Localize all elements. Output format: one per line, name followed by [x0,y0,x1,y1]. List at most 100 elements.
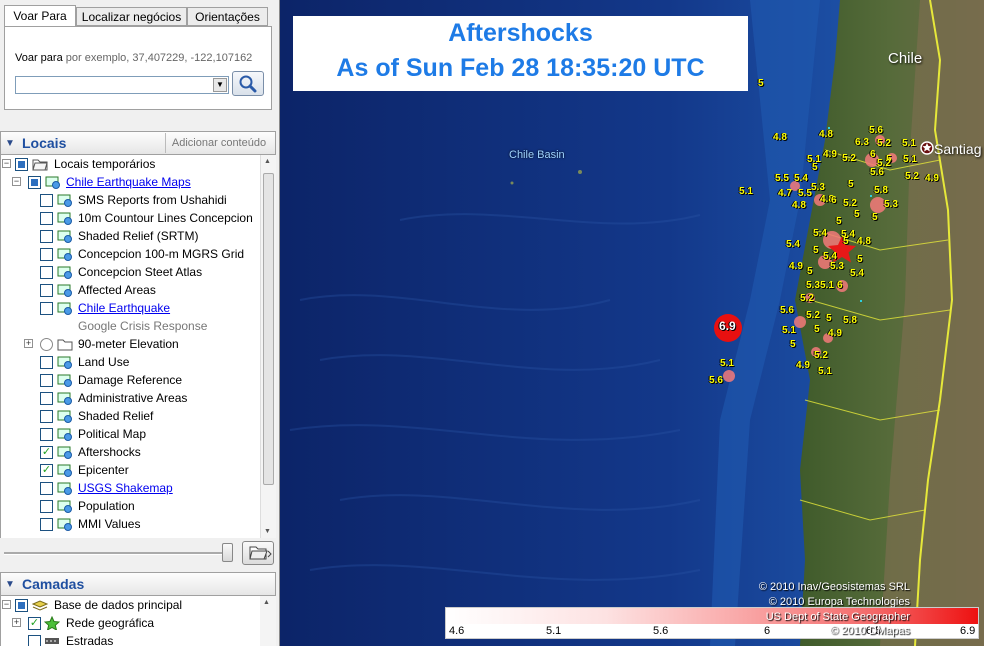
copyright-text: © 2010 DMapas [830,625,910,637]
tab-local-search[interactable]: Localizar negócios [76,7,187,26]
legend-tick: 6 [764,625,771,637]
folder-button[interactable] [242,541,274,565]
tree-label: MMI Values [78,517,141,531]
scroll-down-icon[interactable]: ▼ [264,528,271,535]
magnitude-label: 4.9 [828,328,842,339]
tree-link[interactable]: Chile Earthquake [78,299,170,317]
layers-header[interactable]: ▼ Camadas [0,572,276,596]
collapse-icon[interactable]: − [2,159,11,168]
checkbox[interactable] [40,248,53,261]
network-link-icon [57,284,72,297]
checkbox[interactable] [15,158,28,171]
places-scrollbar[interactable]: ▲ ▼ [260,155,276,538]
dropdown-arrow-icon[interactable]: ▼ [213,78,227,92]
checkbox[interactable] [40,410,53,423]
magnitude-label: 5 [854,209,860,220]
map-terrain [280,0,984,646]
magnitude-label: 5.1 [902,138,916,149]
checkbox[interactable] [28,635,41,646]
magnitude-label: 5.6 [869,125,883,136]
tree-link[interactable]: Chile Earthquake Maps [66,173,191,191]
checkbox-checked[interactable]: ✓ [40,446,53,459]
magnitude-label: 5.8 [843,315,857,326]
checkbox[interactable] [40,230,53,243]
magnitude-label: 5 [836,216,842,227]
checkbox[interactable] [40,266,53,279]
tab-directions[interactable]: Orientações [187,7,268,26]
magnitude-label: 5.1 [903,154,917,165]
magnitude-label: 5.3 [884,199,898,210]
checkbox-checked[interactable]: ✓ [28,617,41,630]
magnitude-label: 5.5 [775,173,789,184]
expand-icon[interactable]: + [24,339,33,348]
checkbox[interactable] [40,500,53,513]
tree-label: Administrative Areas [78,391,188,405]
checkbox[interactable] [40,194,53,207]
magnitude-label: 6 [831,195,837,206]
collapse-icon[interactable]: − [12,177,21,186]
checkbox[interactable] [40,356,53,369]
layers-title: Camadas [22,576,85,592]
magnitude-label: 4.8 [792,200,806,211]
copyright-text: © 2010 Inav/Geosistemas SRL [758,581,910,593]
network-link-icon [57,248,72,261]
magnitude-label: 5 [812,162,818,173]
collapse-icon[interactable]: − [2,600,11,609]
tab-fly-to[interactable]: Voar Para [4,5,76,27]
tree-link[interactable]: USGS Shakemap [78,479,173,497]
opacity-slider-track[interactable] [4,552,232,555]
magnitude-label: 5.6 [709,375,723,386]
legend-tick: 5.6 [653,625,669,637]
opacity-slider-thumb[interactable] [222,543,233,562]
scroll-up-icon[interactable]: ▲ [263,599,270,606]
island [510,181,514,185]
checkbox-checked[interactable]: ✓ [40,464,53,477]
magnitude-label: 4.8 [857,236,871,247]
magnitude-label: 6.3 [855,137,869,148]
checkbox[interactable] [40,302,53,315]
checkbox[interactable] [40,284,53,297]
search-icon [239,75,257,93]
magnitude-label: 5.2 [843,198,857,209]
island [578,170,582,174]
legend-tick: 5.1 [546,625,562,637]
radio-button[interactable] [40,338,53,351]
tree-label: 90-meter Elevation [78,337,179,351]
places-title: Locais [22,135,67,151]
copyright-text: US Dept of State Geographer [765,611,910,623]
expand-icon[interactable]: + [12,618,21,627]
tree-label: Estradas [66,634,114,646]
magnitude-label: 5 [790,339,796,350]
magnitude-label: 5.4 [786,239,800,250]
add-content-button[interactable]: Adicionar conteúdo [165,133,272,153]
tree-label: Shaded Relief [78,409,154,423]
checkbox[interactable] [40,518,53,531]
collapse-triangle-icon[interactable]: ▼ [5,138,15,149]
magnitude-label: 5 [848,179,854,190]
magnitude-label: 5.2 [806,310,820,321]
scrollbar-thumb[interactable] [263,173,274,485]
network-link-icon [57,428,72,441]
network-link-icon [57,482,72,495]
checkbox[interactable] [28,176,41,189]
magnitude-label: 5.1 [818,366,832,377]
checkbox[interactable] [40,374,53,387]
checkbox[interactable] [15,599,28,612]
search-button[interactable] [232,71,264,96]
places-header[interactable]: ▼ Locais Adicionar conteúdo [0,131,276,155]
fly-to-input[interactable]: ▼ [15,76,229,94]
scroll-up-icon[interactable]: ▲ [264,158,271,165]
fly-to-label-text: Voar para [15,52,63,64]
magnitude-label: 4.9 [823,149,837,160]
network-link-icon [45,176,60,189]
magnitude-label: 5.2 [814,350,828,361]
map-view[interactable]: 5 4.8 4.8 5.6 6.3 5.2 5.1 5.1 4.9 5.2 6 … [280,0,984,646]
magnitude-label: 5.4 [850,268,864,279]
checkbox[interactable] [40,212,53,225]
checkbox[interactable] [40,428,53,441]
layers-scrollbar[interactable]: ▲ [260,596,276,646]
checkbox[interactable] [40,482,53,495]
checkbox[interactable] [40,392,53,405]
tree-label: Epicenter [78,463,129,477]
collapse-triangle-icon[interactable]: ▼ [5,579,15,590]
